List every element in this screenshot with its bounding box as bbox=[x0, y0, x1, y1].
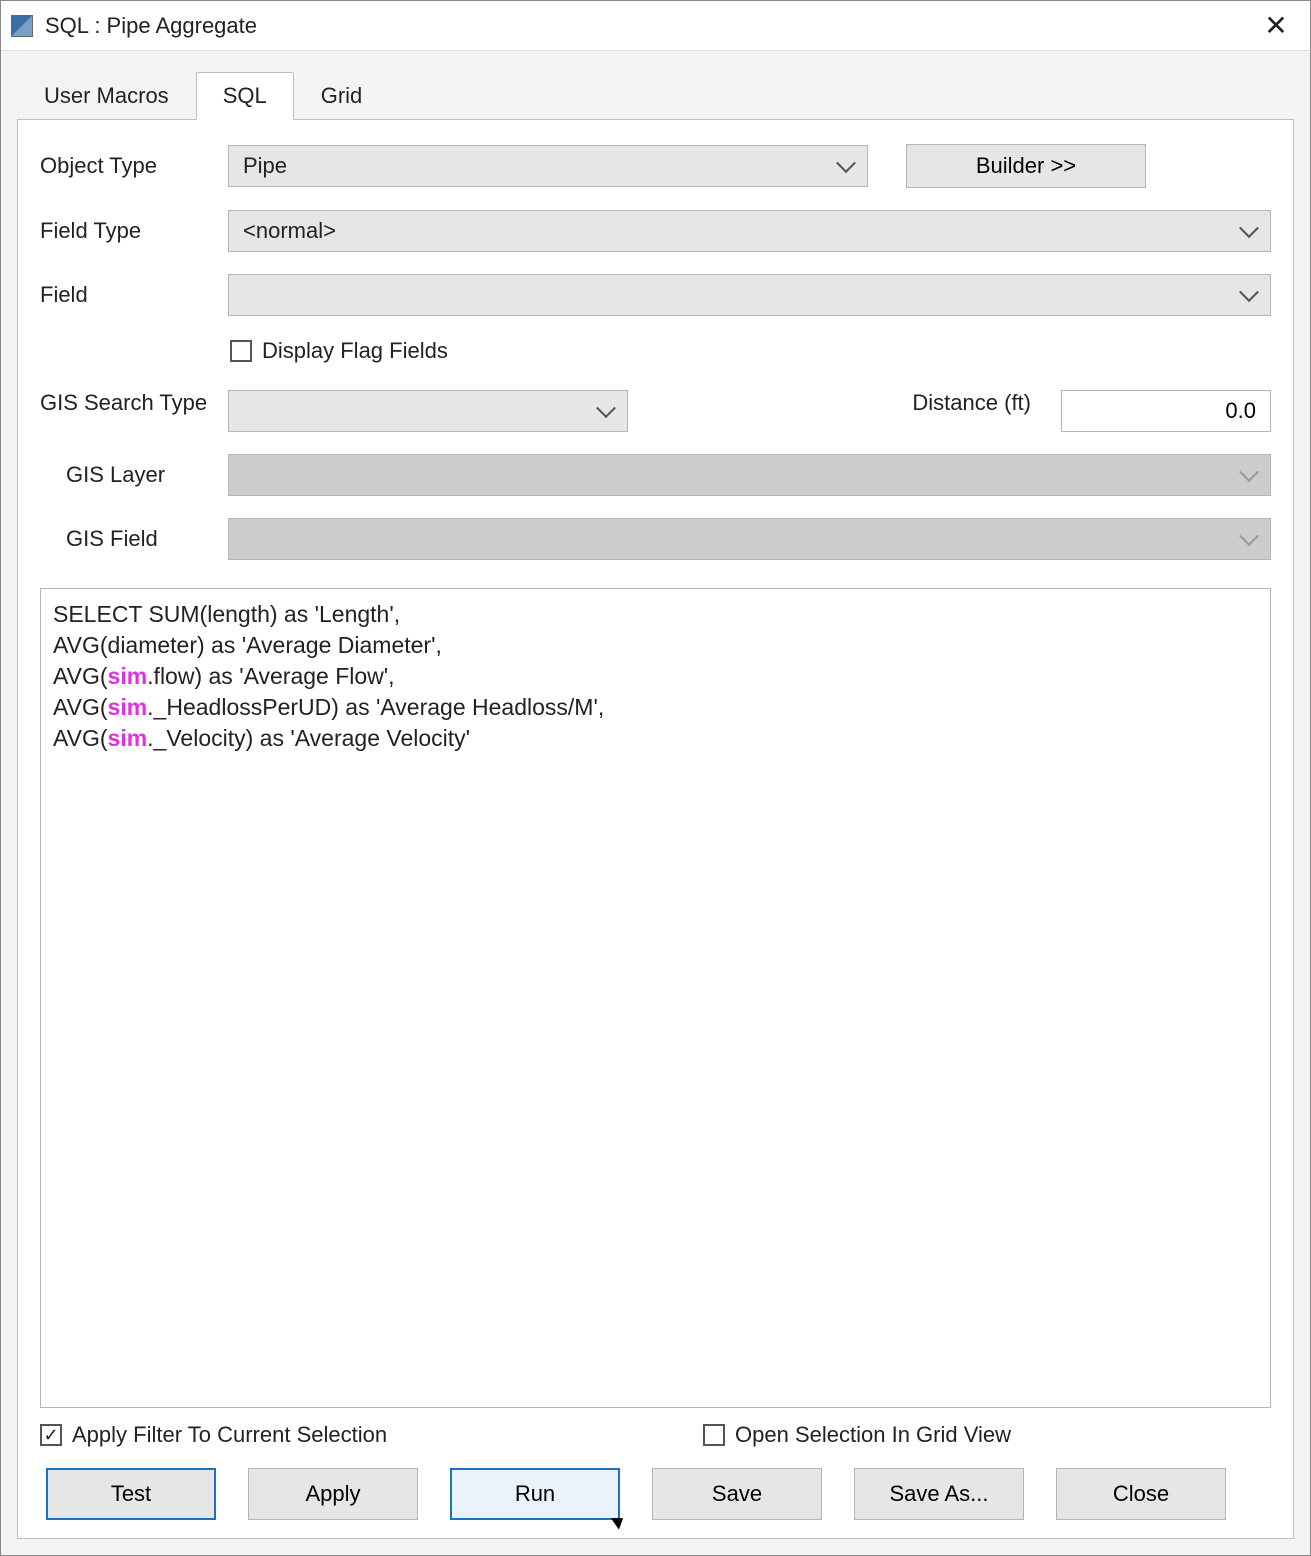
object-type-dropdown[interactable]: Pipe bbox=[228, 145, 868, 187]
tab-grid[interactable]: Grid bbox=[294, 72, 390, 120]
field-dropdown[interactable] bbox=[228, 274, 1271, 316]
save-as-button[interactable]: Save As... bbox=[854, 1468, 1024, 1520]
tab-sql[interactable]: SQL bbox=[196, 72, 294, 120]
titlebar: SQL : Pipe Aggregate ✕ bbox=[1, 1, 1310, 51]
display-flag-fields-label: Display Flag Fields bbox=[262, 338, 448, 364]
close-button[interactable]: Close bbox=[1056, 1468, 1226, 1520]
gis-search-type-label: GIS Search Type bbox=[40, 390, 210, 416]
field-type-value: <normal> bbox=[243, 218, 336, 244]
gis-field-label: GIS Field bbox=[40, 526, 210, 552]
builder-button[interactable]: Builder >> bbox=[906, 144, 1146, 188]
open-grid-label: Open Selection In Grid View bbox=[735, 1422, 1011, 1448]
tab-user-macros[interactable]: User Macros bbox=[17, 72, 196, 120]
field-type-dropdown[interactable]: <normal> bbox=[228, 210, 1271, 252]
apply-button[interactable]: Apply bbox=[248, 1468, 418, 1520]
open-grid-checkbox[interactable] bbox=[703, 1424, 725, 1446]
gis-layer-dropdown bbox=[228, 454, 1271, 496]
sql-dialog-window: SQL : Pipe Aggregate ✕ User Macros SQL G… bbox=[0, 0, 1311, 1556]
apply-filter-checkbox[interactable]: ✓ bbox=[40, 1424, 62, 1446]
button-row: Test Apply Run Save Save As... Close bbox=[40, 1468, 1271, 1520]
display-flag-fields-checkbox[interactable] bbox=[230, 340, 252, 362]
window-title: SQL : Pipe Aggregate bbox=[45, 13, 1252, 39]
save-button[interactable]: Save bbox=[652, 1468, 822, 1520]
sql-editor[interactable]: SELECT SUM(length) as 'Length', AVG(diam… bbox=[40, 588, 1271, 1408]
field-type-label: Field Type bbox=[40, 218, 210, 244]
gis-field-dropdown bbox=[228, 518, 1271, 560]
close-icon[interactable]: ✕ bbox=[1252, 6, 1300, 46]
run-button[interactable]: Run bbox=[450, 1468, 620, 1520]
field-label: Field bbox=[40, 282, 210, 308]
object-type-value: Pipe bbox=[243, 153, 287, 179]
gis-layer-label: GIS Layer bbox=[40, 462, 210, 488]
client-area: User Macros SQL Grid Object Type Pipe Bu… bbox=[1, 51, 1310, 1555]
footer-options: ✓ Apply Filter To Current Selection Open… bbox=[40, 1422, 1271, 1448]
distance-input[interactable] bbox=[1061, 390, 1271, 432]
app-icon bbox=[11, 15, 33, 37]
apply-filter-label: Apply Filter To Current Selection bbox=[72, 1422, 387, 1448]
test-button[interactable]: Test bbox=[46, 1468, 216, 1520]
tabstrip: User Macros SQL Grid bbox=[17, 69, 1294, 119]
tabpage-sql: Object Type Pipe Builder >> Field Type <… bbox=[17, 119, 1294, 1539]
distance-label: Distance (ft) bbox=[912, 390, 1031, 416]
object-type-label: Object Type bbox=[40, 153, 210, 179]
gis-search-type-dropdown[interactable] bbox=[228, 390, 628, 432]
